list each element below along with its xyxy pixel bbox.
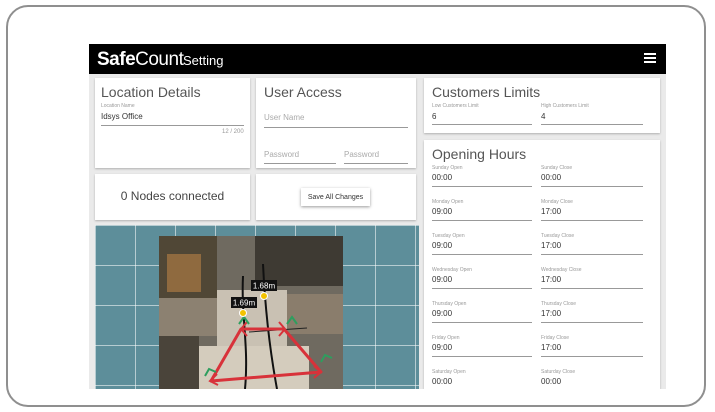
open-label: Sunday Open — [432, 165, 463, 171]
open-time-input[interactable]: 09:00 — [432, 343, 452, 352]
close-label: Saturday Close — [541, 369, 576, 375]
nodes-connected-status: 0 Nodes connected — [120, 189, 225, 203]
save-all-changes-button[interactable]: Save All Changes — [301, 188, 370, 206]
user-access-title: User Access — [264, 84, 342, 100]
hours-row-thursday: Thursday Open 09:00 Thursday Close 17:00 — [424, 300, 660, 330]
opening-hours-card: Opening Hours Sunday Open 00:00 Sunday C… — [424, 140, 660, 389]
open-time-input[interactable]: 09:00 — [432, 241, 452, 250]
location-name-label: Location Name — [101, 103, 135, 109]
sensor-b-height-label: 1.68m — [253, 282, 276, 291]
location-name-char-count: 12 / 200 — [222, 129, 244, 135]
open-underline — [432, 288, 532, 289]
username-input[interactable]: User Name — [264, 113, 304, 122]
camera-view[interactable]: 1.69m 1.68m — [159, 236, 343, 389]
location-name-input[interactable]: Idsys Office — [101, 112, 143, 121]
close-underline — [541, 220, 643, 221]
close-underline — [541, 322, 643, 323]
location-details-card: Location Details Location Name Idsys Off… — [95, 78, 250, 168]
hours-row-friday: Friday Open 09:00 Friday Close 17:00 — [424, 334, 660, 364]
user-access-card: User Access User Name Password Password — [256, 78, 416, 168]
hours-row-sunday: Sunday Open 00:00 Sunday Close 00:00 — [424, 164, 660, 194]
sensor-b-icon — [260, 292, 268, 300]
hamburger-menu-icon[interactable] — [644, 53, 656, 65]
sensor-a-height-label: 1.69m — [233, 299, 256, 308]
open-underline — [432, 186, 532, 187]
open-time-input[interactable]: 09:00 — [432, 207, 452, 216]
close-underline — [541, 186, 643, 187]
confirm-password-input[interactable]: Password — [344, 150, 379, 159]
close-label: Wednesday Close — [541, 267, 582, 273]
open-underline — [432, 220, 532, 221]
open-underline — [432, 356, 532, 357]
open-time-input[interactable]: 09:00 — [432, 309, 452, 318]
open-underline — [432, 254, 532, 255]
sensor-a-icon — [239, 309, 247, 317]
low-limit-input[interactable]: 6 — [432, 112, 436, 121]
app-screen: SafeCount Setting Location Details Locat… — [89, 44, 666, 389]
close-label: Tuesday Close — [541, 233, 575, 239]
open-label: Friday Open — [432, 335, 460, 341]
open-time-input[interactable]: 00:00 — [432, 173, 452, 182]
page-title: Setting — [183, 53, 224, 68]
open-label: Wednesday Open — [432, 267, 472, 273]
app-bar: SafeCount Setting — [89, 44, 666, 74]
open-underline — [432, 322, 532, 323]
close-time-input[interactable]: 17:00 — [541, 309, 561, 318]
opening-hours-title: Opening Hours — [432, 146, 527, 162]
open-label: Tuesday Open — [432, 233, 465, 239]
close-underline — [541, 254, 643, 255]
close-time-input[interactable]: 17:00 — [541, 275, 561, 284]
hours-row-saturday: Saturday Open 00:00 Saturday Close 00:00 — [424, 368, 660, 389]
open-label: Thursday Open — [432, 301, 467, 307]
open-time-input[interactable]: 09:00 — [432, 275, 452, 284]
password-input[interactable]: Password — [264, 150, 299, 159]
close-time-input[interactable]: 17:00 — [541, 241, 561, 250]
hours-row-tuesday: Tuesday Open 09:00 Tuesday Close 17:00 — [424, 232, 660, 262]
close-time-input[interactable]: 00:00 — [541, 173, 561, 182]
low-limit-underline — [432, 124, 532, 125]
username-underline — [264, 127, 408, 128]
high-limit-underline — [541, 124, 643, 125]
low-limit-label: Low Customers Limit — [432, 103, 479, 109]
customers-limits-card: Customers Limits Low Customers Limit 6 H… — [424, 78, 660, 133]
high-limit-input[interactable]: 4 — [541, 112, 545, 121]
close-label: Thursday Close — [541, 301, 577, 307]
floor-map: 1.69m 1.68m — [95, 225, 419, 389]
hours-row-wednesday: Wednesday Open 09:00 Wednesday Close 17:… — [424, 266, 660, 296]
hours-row-monday: Monday Open 09:00 Monday Close 17:00 — [424, 198, 660, 228]
open-label: Monday Open — [432, 199, 464, 205]
high-limit-label: High Customers Limit — [541, 103, 589, 109]
close-time-input[interactable]: 00:00 — [541, 377, 561, 386]
confirm-password-underline — [344, 163, 408, 164]
close-underline — [541, 288, 643, 289]
close-label: Friday Close — [541, 335, 570, 341]
close-label: Monday Close — [541, 199, 573, 205]
customers-limits-title: Customers Limits — [432, 84, 541, 100]
location-name-underline — [101, 125, 244, 126]
close-underline — [541, 356, 643, 357]
password-underline — [264, 163, 336, 164]
open-time-input[interactable]: 00:00 — [432, 377, 452, 386]
close-time-input[interactable]: 17:00 — [541, 343, 561, 352]
brand-logo: SafeCount — [97, 49, 184, 70]
open-label: Saturday Open — [432, 369, 466, 375]
close-time-input[interactable]: 17:00 — [541, 207, 561, 216]
close-label: Sunday Close — [541, 165, 573, 171]
tablet-frame: SafeCount Setting Location Details Locat… — [6, 5, 706, 407]
nodes-card: 0 Nodes connected — [95, 174, 250, 220]
location-details-title: Location Details — [101, 84, 201, 100]
save-card: Save All Changes — [256, 174, 416, 220]
